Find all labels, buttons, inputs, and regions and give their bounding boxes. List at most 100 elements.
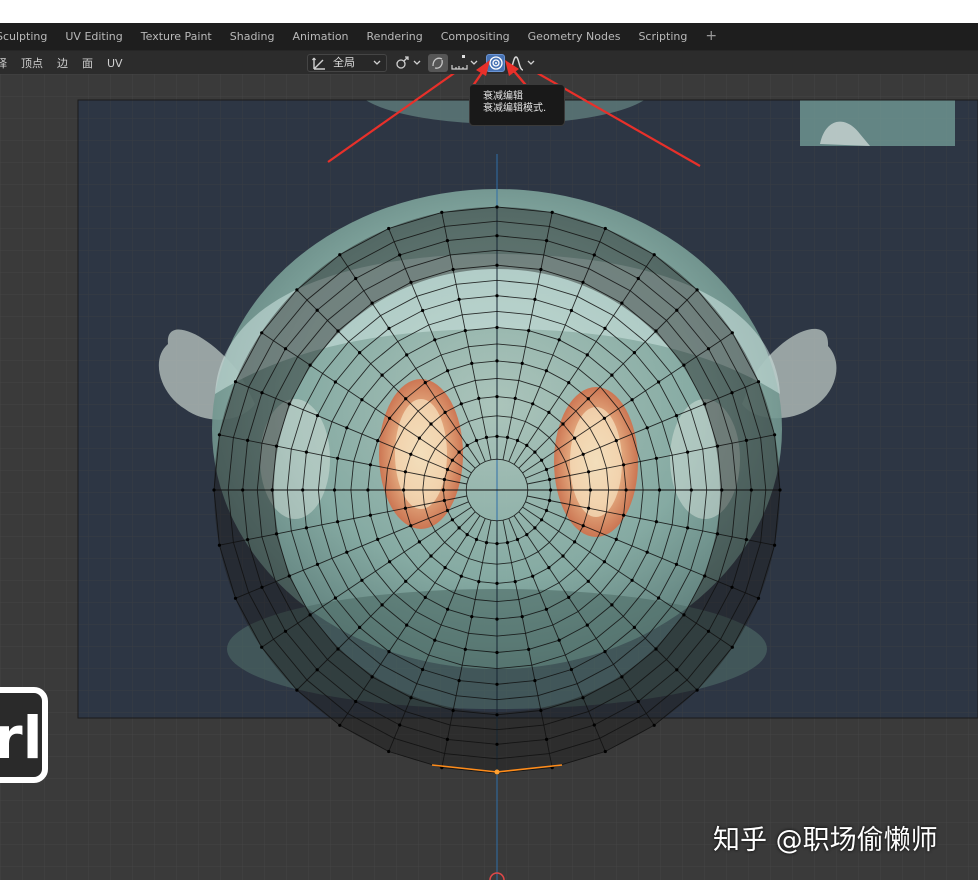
uv-vertex <box>585 353 589 357</box>
uv-vertex <box>527 329 531 333</box>
tab-shading[interactable]: Shading <box>221 23 284 50</box>
uv-vertex <box>744 438 749 442</box>
uv-vertex <box>675 668 679 672</box>
uv-vertex <box>630 578 634 582</box>
uv-vertex <box>333 380 337 384</box>
uv-vertex <box>654 520 659 524</box>
uv-vertex <box>550 210 554 214</box>
tab-rendering[interactable]: Rendering <box>358 23 432 50</box>
uv-vertex <box>531 574 535 578</box>
uv-vertex <box>495 650 499 655</box>
watermark: 知乎 @职场偷懒师 <box>713 825 938 856</box>
uv-vertex <box>603 650 607 654</box>
uv-vertex <box>573 540 577 544</box>
uv-vertex <box>539 267 543 272</box>
tab-scripting[interactable]: Scripting <box>629 23 696 50</box>
uv-vertex <box>443 410 447 414</box>
uv-vertex <box>260 391 264 395</box>
tab-texture-paint[interactable]: Texture Paint <box>132 23 221 50</box>
uv-vertex <box>450 518 454 522</box>
uv-vertex <box>561 554 565 558</box>
uv-vertex <box>730 585 734 589</box>
uv-vertex <box>301 488 305 492</box>
uv-vertex <box>654 329 658 333</box>
uv-vertex <box>544 508 549 513</box>
tab-compositing[interactable]: Compositing <box>432 23 519 50</box>
uv-vertex <box>336 456 340 460</box>
uv-vertex <box>527 647 531 652</box>
tab-sculpting[interactable]: Sculpting <box>0 23 56 50</box>
uv-vertex <box>657 488 662 492</box>
uv-vertex <box>706 347 711 351</box>
uv-vertex <box>429 554 433 558</box>
uv-vertex <box>587 470 591 474</box>
uv-vertex <box>495 617 499 621</box>
uv-vertex <box>336 520 340 524</box>
uv-vertex <box>423 595 427 600</box>
uv-vertex <box>370 675 374 679</box>
uv-vertex <box>581 452 585 456</box>
uv-vertex <box>540 518 544 522</box>
uv-vertex <box>636 276 640 281</box>
tooltip: 衰减编辑 衰减编辑模式. <box>469 84 565 126</box>
uv-canvas[interactable] <box>0 74 978 880</box>
uv-vertex <box>588 488 593 492</box>
uv-vertex <box>409 524 413 528</box>
uv-vertex <box>567 595 571 600</box>
uv-vertex <box>441 488 445 492</box>
uv-vertex <box>703 402 707 406</box>
uv-vertex <box>423 381 427 385</box>
uv-vertex <box>398 723 402 727</box>
uv-vertex <box>495 205 499 209</box>
uv-vertex <box>513 396 517 400</box>
uv-vertex <box>495 294 499 298</box>
uv-vertex <box>715 532 720 536</box>
uv-vertex <box>495 581 499 585</box>
uv-vertex <box>586 397 590 401</box>
uv-vertex <box>445 508 450 513</box>
uv-vertex <box>495 713 499 717</box>
uv-vertex <box>358 351 362 355</box>
uv-vertex <box>260 331 264 335</box>
uv-vertex <box>409 452 413 456</box>
uv-vertex <box>233 596 238 600</box>
tab-uv-editing[interactable]: UV Editing <box>56 23 131 50</box>
uv-vertex <box>513 580 517 584</box>
tab-geometry-nodes[interactable]: Geometry Nodes <box>519 23 630 50</box>
uv-vertex <box>368 463 372 467</box>
uv-vertex <box>495 434 499 438</box>
uv-vertex <box>495 263 499 267</box>
uv-vertex <box>531 402 535 406</box>
uv-vertex <box>620 301 624 305</box>
uv-vertex <box>548 477 552 482</box>
uv-vertex <box>547 410 551 414</box>
uv-vertex <box>620 675 624 679</box>
uv-vertex <box>730 391 734 395</box>
uv-vertex <box>592 253 596 257</box>
uv-vertex <box>457 450 461 454</box>
uv-vertex <box>274 444 279 448</box>
uv-vertex <box>465 533 469 537</box>
uv-vertex <box>592 723 596 727</box>
uv-vertex <box>274 532 279 536</box>
uv-vertex <box>686 526 690 530</box>
uv-mesh <box>212 205 782 775</box>
uv-editor-viewport[interactable] <box>0 74 978 880</box>
uv-vertex <box>333 596 337 600</box>
uv-vertex <box>477 396 481 400</box>
uv-vertex <box>632 351 637 355</box>
uv-vertex <box>505 435 510 439</box>
uv-vertex <box>756 596 761 600</box>
tab-animation[interactable]: Animation <box>283 23 357 50</box>
uv-vertex <box>403 470 407 474</box>
uv-vertex <box>730 645 734 649</box>
add-workspace-button[interactable]: + <box>696 23 726 50</box>
uv-vertex <box>442 498 446 503</box>
uv-vertex <box>614 439 618 443</box>
uv-vertex <box>674 414 679 418</box>
uv-vertex <box>388 560 392 564</box>
uv-vertex <box>544 607 549 611</box>
uv-vertex <box>603 749 607 754</box>
workspace-tabs-bar: Sculpting UV Editing Texture Paint Shadi… <box>0 23 978 50</box>
uv-vertex <box>457 679 461 683</box>
